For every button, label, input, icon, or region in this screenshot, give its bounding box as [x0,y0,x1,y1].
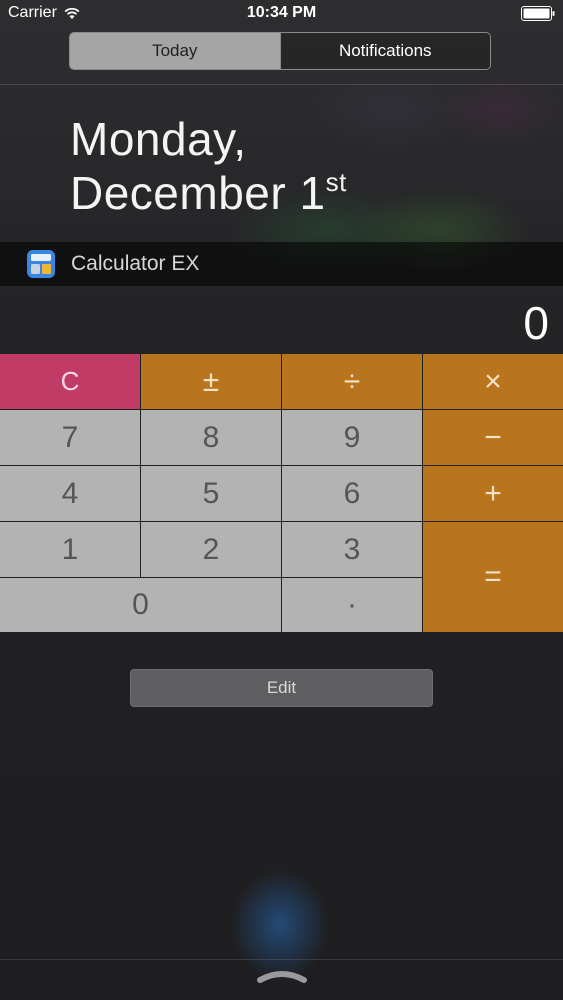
date-month-day-text: December 1 [70,167,326,219]
plus-minus-button[interactable]: ± [141,354,282,410]
tab-today[interactable]: Today [70,33,280,69]
status-time: 10:34 PM [246,4,317,21]
calculator-display: 0 [523,297,549,349]
decimal-button[interactable]: · [282,578,423,632]
grabber-icon[interactable] [254,966,310,986]
minus-button[interactable]: − [423,410,563,466]
equals-button[interactable]: = [423,522,563,632]
view-segmented-control: Today Notifications [69,32,491,70]
plus-button[interactable]: + [423,466,563,522]
battery-icon [521,6,555,21]
digit-7-button[interactable]: 7 [0,410,141,466]
header-divider [0,84,563,85]
clear-button[interactable]: C [0,354,141,410]
digit-6-button[interactable]: 6 [282,466,423,522]
digit-0-button[interactable]: 0 [0,578,282,632]
digit-9-button[interactable]: 9 [282,410,423,466]
digit-5-button[interactable]: 5 [141,466,282,522]
multiply-button[interactable]: × [423,354,563,410]
bottom-divider [0,959,563,960]
digit-4-button[interactable]: 4 [0,466,141,522]
date-ordinal-suffix: st [325,167,347,197]
digit-3-button[interactable]: 3 [282,522,423,578]
digit-1-button[interactable]: 1 [0,522,141,578]
divide-button[interactable]: ÷ [282,354,423,410]
date-weekday: Monday, [70,113,247,165]
edit-button[interactable]: Edit [130,669,433,707]
calculator-app-icon [27,250,55,278]
digit-8-button[interactable]: 8 [141,410,282,466]
tab-notifications[interactable]: Notifications [279,33,490,69]
widget-title[interactable]: Calculator EX [71,252,199,276]
digit-2-button[interactable]: 2 [141,522,282,578]
date-month-day: December 1st [70,166,347,227]
date-heading: Monday, December 1st [70,112,347,227]
